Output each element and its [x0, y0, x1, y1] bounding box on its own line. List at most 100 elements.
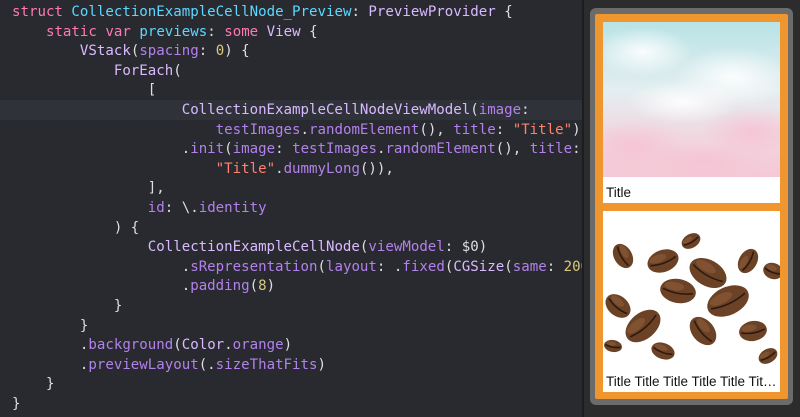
code-line[interactable]: "Title".dummyLong()), [0, 159, 582, 179]
code-token: : [275, 141, 293, 158]
code-token: 200 [563, 258, 582, 275]
code-token: previews [139, 23, 208, 40]
code-token: title [453, 121, 496, 138]
code-token: image [478, 102, 522, 118]
code-token: padding [190, 278, 250, 295]
code-token: } [12, 317, 89, 334]
code-token: : . [376, 258, 403, 275]
code-token: (), [419, 121, 454, 138]
code-token: ForEach [113, 62, 174, 79]
code-token: : [572, 141, 581, 158]
code-token: ( [317, 258, 326, 275]
code-editor[interactable]: struct CollectionExampleCellNode_Preview… [0, 0, 582, 417]
code-token: : [351, 4, 369, 20]
code-token: VStack [79, 43, 131, 60]
code-token: View [266, 23, 301, 40]
code-token: title [529, 141, 573, 158]
code-token: ( [173, 337, 182, 354]
code-line[interactable]: CollectionExampleCellNode(viewModel: $0) [0, 237, 582, 257]
code-token: { [300, 23, 318, 40]
code-line[interactable]: } [0, 316, 582, 336]
preview-device-frame: Title Title Title Title Title Title Titl… [590, 8, 793, 405]
code-token: CollectionExampleCellNodeViewModel [181, 102, 471, 118]
code-line[interactable]: .sRepresentation(layout: .fixed(CGSize(s… [0, 257, 582, 277]
code-line[interactable]: [ [0, 80, 582, 100]
code-token: var [105, 23, 131, 40]
code-token: sRepresentation [190, 258, 318, 275]
code-token: 0 [215, 43, 225, 60]
code-token: . [12, 278, 191, 295]
code-token: ( [470, 102, 479, 118]
code-token: ) { [224, 43, 250, 60]
code-token: sizeThatFits [215, 356, 318, 373]
code-line[interactable]: CollectionExampleCellNodeViewModel(image… [0, 100, 582, 120]
code-line[interactable]: } [0, 394, 582, 414]
code-token: "Title" [512, 121, 573, 138]
code-token: : $0) [444, 239, 488, 256]
code-token: : [521, 102, 530, 118]
code-token: : [198, 43, 216, 60]
preview-orange-background: Title Title Title Title Title Title Titl… [595, 14, 788, 399]
code-token: some [224, 23, 259, 40]
code-line[interactable]: } [0, 296, 582, 316]
code-line[interactable]: } [0, 374, 582, 394]
code-token: ) [317, 356, 327, 373]
code-token: viewModel [368, 239, 445, 256]
code-line[interactable]: ) { [0, 218, 582, 238]
code-token: (), [495, 141, 530, 158]
code-token: fixed [402, 258, 445, 275]
code-token: testImages [292, 141, 377, 158]
code-line[interactable]: ], [0, 178, 582, 198]
code-token: } [12, 396, 21, 412]
code-token: image [232, 141, 276, 158]
code-token: ( [224, 141, 233, 158]
code-token: : \. [164, 200, 199, 216]
code-line[interactable]: ForEach( [0, 61, 582, 81]
code-token: ( [173, 62, 182, 79]
code-token: id [147, 200, 165, 216]
code-token: } [12, 376, 55, 393]
code-token: . [12, 141, 191, 158]
code-line[interactable]: VStack(spacing: 0) { [0, 41, 582, 61]
code-line[interactable]: id: \.identity [0, 198, 582, 218]
code-line[interactable]: testImages.randomElement(), title: "Titl… [0, 120, 582, 140]
code-token: CGSize [453, 258, 505, 275]
code-line[interactable]: static var previews: some View { [0, 22, 582, 42]
cell-title: Title [606, 185, 632, 200]
code-token: ( [504, 258, 513, 275]
code-token: "Title" [215, 160, 276, 177]
code-token: init [190, 141, 225, 158]
code-line[interactable]: .padding(8) [0, 276, 582, 296]
code-token: } [12, 298, 123, 314]
code-token: ()), [359, 160, 394, 177]
code-line[interactable]: .init(image: testImages.randomElement(),… [0, 139, 582, 159]
code-token: ) { [12, 219, 140, 236]
code-token: ( [249, 278, 259, 295]
code-line[interactable]: .previewLayout(.sizeThatFits) [0, 355, 582, 375]
code-line[interactable]: struct CollectionExampleCellNode_Preview… [0, 2, 582, 22]
code-token: PreviewProvider [368, 4, 496, 20]
code-token: identity [198, 200, 267, 216]
code-token: ) [266, 278, 276, 295]
code-token: . [12, 258, 191, 275]
preview-canvas: Title Title Title Title Title Title Titl… [584, 0, 800, 417]
code-token: : [546, 258, 564, 275]
code-token: randomElement [385, 141, 496, 158]
code-token: ) [283, 337, 293, 354]
code-token: . [275, 160, 284, 177]
code-token: randomElement [309, 121, 420, 138]
cell-title: Title Title Title Title Title Title Titl… [606, 374, 778, 389]
code-token: { [495, 4, 513, 20]
code-token: background [88, 337, 174, 354]
collection-cell[interactable]: Title [603, 22, 780, 203]
collection-cell[interactable]: Title Title Title Title Title Title Titl… [603, 211, 780, 392]
code-token: testImages [215, 121, 301, 138]
code-token: static [45, 23, 97, 40]
code-line[interactable]: .background(Color.orange) [0, 335, 582, 355]
